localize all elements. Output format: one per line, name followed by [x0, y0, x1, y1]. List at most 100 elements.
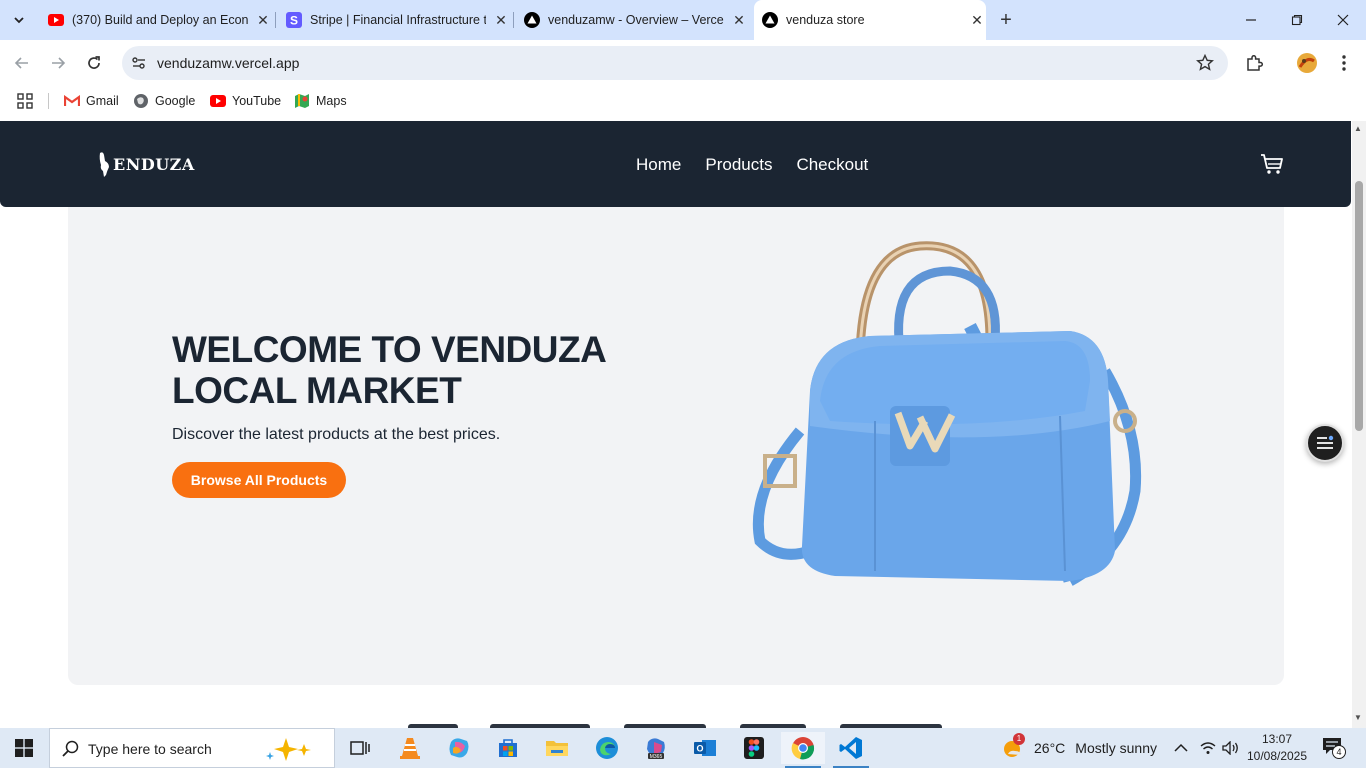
speaker-icon — [1222, 741, 1238, 755]
notification-icon: 4 — [1322, 737, 1346, 759]
svg-text:M365: M365 — [650, 754, 663, 760]
logo-mark-icon — [99, 152, 109, 177]
bookmark-label: YouTube — [232, 94, 282, 108]
notification-center-button[interactable]: 4 — [1322, 728, 1346, 768]
site-logo[interactable]: ENDUZA — [98, 149, 195, 179]
taskbar-app-ms365[interactable]: M365 — [634, 732, 678, 764]
tab-vercel-overview[interactable]: venduzamw - Overview – Vercel ✕ — [516, 6, 748, 34]
stripe-icon: S — [286, 12, 302, 28]
chrome-menu-button[interactable] — [1333, 52, 1355, 74]
show-hidden-icons-button[interactable] — [1174, 728, 1188, 768]
wifi-icon — [1200, 742, 1216, 754]
page-scrollbar[interactable]: ▲ ▼ — [1352, 121, 1366, 728]
taskbar-app-figma[interactable] — [732, 732, 776, 764]
youtube-icon — [210, 93, 226, 109]
extensions-button[interactable] — [1243, 52, 1265, 74]
vercel-icon — [524, 12, 540, 28]
profile-avatar[interactable] — [1296, 52, 1318, 74]
weather-widget[interactable]: 1 26°C Mostly sunny — [1002, 728, 1157, 768]
tab-youtube[interactable]: (370) Build and Deploy an Econ ✕ — [40, 6, 272, 34]
chevron-down-icon — [14, 17, 24, 24]
close-window-button[interactable] — [1320, 0, 1366, 40]
task-view-icon — [350, 741, 370, 755]
taskbar-app-vscode[interactable] — [829, 732, 873, 768]
scrollbar-thumb[interactable] — [1355, 181, 1363, 431]
maps-icon — [294, 93, 310, 109]
close-icon[interactable]: ✕ — [254, 11, 272, 29]
browse-all-products-button[interactable]: Browse All Products — [172, 462, 346, 498]
weather-description: Mostly sunny — [1075, 740, 1157, 756]
taskbar-app-vlc[interactable] — [388, 732, 432, 764]
scroll-down-icon[interactable]: ▼ — [1354, 713, 1362, 722]
reload-button[interactable] — [81, 50, 107, 76]
youtube-icon — [48, 12, 64, 28]
page-viewport: ENDUZA Home Products Checkout WELCOME TO… — [0, 121, 1352, 728]
search-placeholder: Type here to search — [88, 741, 212, 757]
new-tab-button[interactable]: + — [994, 8, 1018, 32]
weather-badge: 1 — [1013, 733, 1025, 745]
task-view-button[interactable] — [338, 732, 382, 764]
weather-sun-icon: 1 — [1002, 733, 1025, 759]
taskbar-app-file-explorer[interactable] — [535, 732, 579, 764]
clock-date: 10/08/2025 — [1246, 749, 1308, 763]
cart-icon[interactable] — [1260, 153, 1284, 175]
tab-venduza-store[interactable]: venduza store ✕ — [754, 0, 986, 40]
search-icon — [62, 740, 79, 757]
nav-checkout[interactable]: Checkout — [796, 155, 868, 175]
address-bar[interactable]: venduzamw.vercel.app — [122, 46, 1228, 80]
start-button[interactable] — [0, 728, 48, 768]
copilot-icon — [449, 738, 469, 758]
taskbar-app-chrome[interactable] — [781, 732, 825, 768]
volume-control[interactable] — [1222, 728, 1240, 768]
bookmark-google[interactable]: Google — [133, 92, 195, 110]
hero-subtitle: Discover the latest products at the best… — [172, 426, 501, 443]
restore-icon — [1291, 14, 1303, 26]
nav-home[interactable]: Home — [636, 155, 681, 175]
system-clock[interactable]: 13:07 10/08/2025 — [1246, 731, 1308, 765]
close-icon[interactable]: ✕ — [730, 11, 748, 29]
nav-products[interactable]: Products — [705, 155, 772, 175]
taskbar-app-store[interactable] — [486, 732, 530, 764]
chrome-icon — [791, 737, 815, 760]
scroll-up-icon[interactable]: ▲ — [1354, 124, 1362, 133]
bookmark-youtube[interactable]: YouTube — [210, 92, 281, 110]
bookmark-maps[interactable]: Maps — [294, 92, 347, 110]
apps-button[interactable] — [17, 92, 33, 110]
restore-button[interactable] — [1274, 0, 1320, 40]
arrow-right-icon — [52, 57, 66, 69]
tab-title: Stripe | Financial Infrastructure t — [310, 13, 486, 27]
floating-menu-button[interactable] — [1306, 424, 1344, 462]
hero-section: WELCOME TO VENDUZA LOCAL MARKET Discover… — [68, 181, 1284, 685]
reload-icon — [88, 56, 100, 69]
close-icon — [1337, 14, 1349, 26]
vlc-icon — [400, 738, 420, 759]
minimize-icon — [1246, 19, 1256, 21]
url-text[interactable]: venduzamw.vercel.app — [157, 55, 299, 71]
close-icon[interactable]: ✕ — [492, 11, 510, 29]
bookmark-gmail[interactable]: Gmail — [64, 92, 119, 110]
tab-divider — [513, 12, 514, 28]
tab-stripe[interactable]: S Stripe | Financial Infrastructure t ✕ — [278, 6, 510, 34]
hero-title: WELCOME TO VENDUZA LOCAL MARKET — [172, 329, 605, 411]
taskbar-search[interactable]: Type here to search — [49, 728, 335, 768]
site-info-icon[interactable] — [130, 54, 148, 72]
bookmark-star-icon[interactable] — [1196, 54, 1214, 72]
forward-button[interactable] — [45, 50, 71, 76]
browser-toolbar: venduzamw.vercel.app — [0, 40, 1366, 86]
tab-search-button[interactable] — [6, 8, 32, 32]
minimize-button[interactable] — [1228, 0, 1274, 40]
taskbar-app-outlook[interactable]: O — [683, 732, 727, 764]
taskbar-app-copilot[interactable] — [437, 732, 481, 764]
back-button[interactable] — [9, 50, 35, 76]
chevron-up-icon — [1174, 743, 1188, 752]
google-icon — [133, 93, 149, 109]
apps-grid-icon — [17, 93, 33, 109]
network-status[interactable] — [1200, 728, 1216, 768]
svg-text:O: O — [696, 744, 703, 754]
site-navbar: ENDUZA Home Products Checkout — [0, 121, 1351, 207]
gmail-icon — [64, 93, 80, 109]
tab-title: venduzamw - Overview – Vercel — [548, 13, 724, 27]
close-icon[interactable]: ✕ — [968, 11, 986, 29]
taskbar-app-edge[interactable] — [585, 732, 629, 764]
copilot-sparkle-icon — [266, 738, 311, 761]
